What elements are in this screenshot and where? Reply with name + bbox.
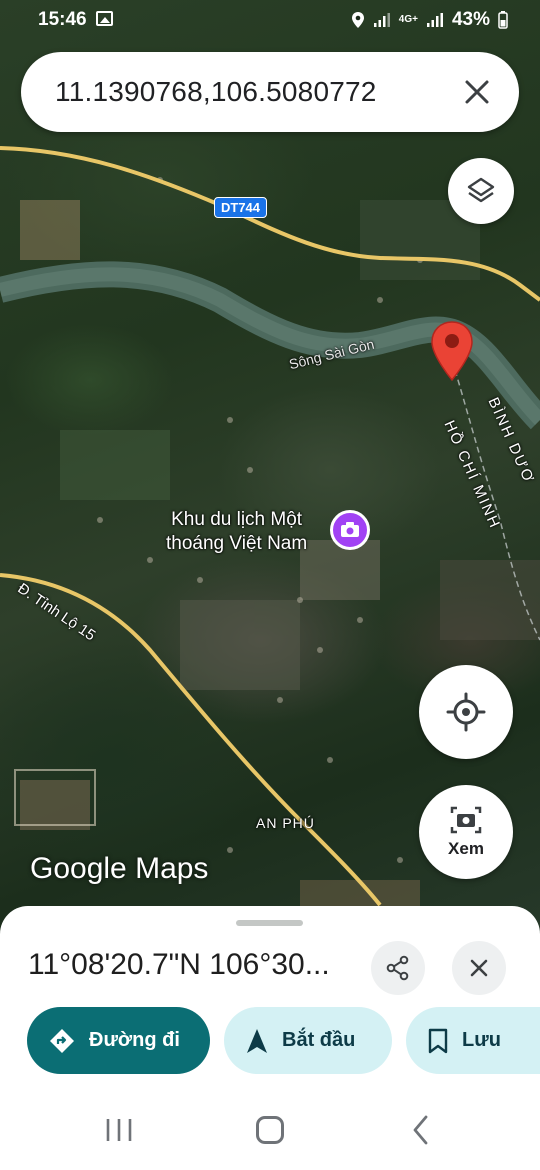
layers-icon <box>467 177 495 203</box>
road-shield: DT744 <box>214 197 268 218</box>
system-navigation-bar <box>0 1098 540 1170</box>
my-location-button[interactable] <box>419 665 513 759</box>
view-button-label: Xem <box>448 839 484 858</box>
location-status-icon <box>351 12 364 28</box>
status-bar: 15:46 4G+ 43% <box>0 0 540 42</box>
search-input[interactable]: 11.1390768,106.5080772 <box>55 76 377 108</box>
directions-label: Đường đi <box>89 1029 180 1051</box>
area-label: AN PHÚ <box>256 815 315 831</box>
save-label: Lưu <box>462 1029 501 1051</box>
search-bar[interactable]: 11.1390768,106.5080772 <box>21 52 519 132</box>
coordinates-title: 11°08'20.7"N 106°30... <box>28 948 330 981</box>
status-indicators: 4G+ 43% <box>351 9 508 31</box>
share-icon <box>386 955 409 981</box>
camera-icon <box>341 522 359 537</box>
battery-percent: 43% <box>451 9 490 30</box>
back-icon[interactable] <box>408 1114 434 1146</box>
directions-icon <box>49 1028 75 1054</box>
battery-icon <box>498 11 508 29</box>
directions-button[interactable]: Đường đi <box>27 1007 210 1074</box>
signal-2-icon <box>426 13 443 27</box>
network-type: 4G+ <box>398 14 418 25</box>
close-icon <box>470 959 488 977</box>
share-button[interactable] <box>371 941 425 995</box>
poi-name-line-2: thoáng Việt Nam <box>166 533 308 554</box>
start-navigation-button[interactable]: Bắt đầu <box>224 1007 392 1074</box>
bookmark-icon <box>428 1028 448 1054</box>
street-view-camera-icon <box>450 806 482 834</box>
sheet-drag-handle[interactable] <box>236 920 303 926</box>
street-view-button[interactable]: Xem <box>419 785 513 879</box>
layers-button[interactable] <box>448 158 514 224</box>
map-canvas[interactable]: 15:46 4G+ 43% 11.1390768,106.5080772 DT7… <box>0 0 540 940</box>
poi-label[interactable]: Khu du lịch Một thoáng Việt Nam <box>166 508 307 556</box>
signal-icon <box>373 13 390 27</box>
location-pin-icon[interactable] <box>430 320 474 382</box>
home-icon[interactable] <box>256 1116 284 1144</box>
save-button[interactable]: Lưu <box>406 1007 540 1074</box>
crosshair-icon <box>446 692 486 732</box>
status-time: 15:46 <box>38 9 87 30</box>
start-label: Bắt đầu <box>282 1029 356 1051</box>
recent-apps-icon[interactable] <box>104 1118 134 1142</box>
poi-name-line-1: Khu du lịch Một <box>171 509 303 530</box>
camera-poi-icon[interactable] <box>330 510 370 550</box>
gallery-notification-icon <box>96 11 113 26</box>
clear-search-icon[interactable] <box>457 72 497 112</box>
google-maps-logo: Google Maps <box>30 852 209 885</box>
navigation-arrow-icon <box>246 1028 268 1054</box>
close-sheet-button[interactable] <box>452 941 506 995</box>
